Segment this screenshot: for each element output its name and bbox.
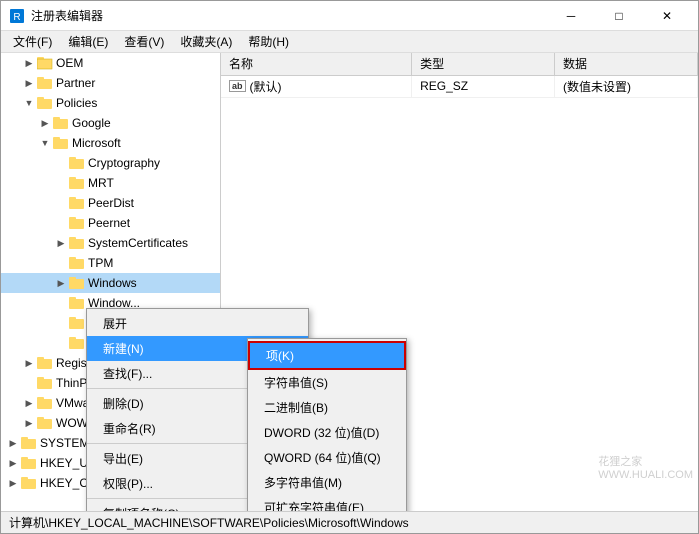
menu-help[interactable]: 帮助(H) [240,31,297,53]
list-item[interactable]: ▶ SystemCertificates [1,233,220,253]
submenu-key[interactable]: 项(K) [248,341,406,370]
list-item[interactable]: ▶ PeerDist [1,193,220,213]
status-text: 计算机\HKEY_LOCAL_MACHINE\SOFTWARE\Policies… [9,514,409,531]
list-item[interactable]: ▶ Partner [1,73,220,93]
folder-icon [37,376,53,390]
expander-icon[interactable]: ▶ [21,55,37,71]
title-bar: R 注册表编辑器 ─ □ ✕ [1,1,698,31]
submenu-binary[interactable]: 二进制值(B) [248,395,406,420]
list-item[interactable]: ▶ Google [1,113,220,133]
cell-data: (数值未设置) [555,75,698,97]
list-item[interactable]: ▶ Windows [1,273,220,293]
ctx-expand[interactable]: 展开 [87,311,308,336]
list-item[interactable]: ▶ OEM [1,53,220,73]
expander-icon[interactable]: ▶ [5,475,21,491]
close-button[interactable]: ✕ [644,1,690,31]
folder-icon [21,476,37,490]
folder-icon [69,276,85,290]
expander-icon[interactable]: ▶ [5,455,21,471]
list-item[interactable]: ▼ Policies [1,93,220,113]
cell-name: ab (默认) [221,75,412,97]
expander-icon[interactable]: ▼ [37,135,53,151]
expander-icon[interactable]: ▼ [21,95,37,111]
list-item[interactable]: ▶ Cryptography [1,153,220,173]
folder-icon [37,416,53,430]
table-row[interactable]: ab (默认) REG_SZ (数值未设置) [221,75,698,97]
folder-icon [69,216,85,230]
folder-icon [69,256,85,270]
folder-icon [69,296,85,310]
list-item[interactable]: ▼ Microsoft [1,133,220,153]
folder-icon [37,396,53,410]
col-data: 数据 [555,53,698,75]
window-controls: ─ □ ✕ [548,1,690,31]
expander-icon[interactable]: ▶ [53,275,69,291]
folder-icon [21,436,37,450]
menu-favorites[interactable]: 收藏夹(A) [172,31,240,53]
submenu-dword[interactable]: DWORD (32 位)值(D) [248,420,406,445]
folder-icon [69,156,85,170]
submenu-multistring[interactable]: 多字符串值(M) [248,470,406,495]
menu-file[interactable]: 文件(F) [5,31,60,53]
list-item[interactable]: ▶ MRT [1,173,220,193]
folder-icon [69,336,85,350]
folder-icon [69,176,85,190]
main-content: ▶ OEM ▶ Partner [1,53,698,511]
list-item[interactable]: ▶ TPM [1,253,220,273]
menu-bar: 文件(F) 编辑(E) 查看(V) 收藏夹(A) 帮助(H) [1,31,698,53]
folder-icon [53,116,69,130]
registry-editor-window: R 注册表编辑器 ─ □ ✕ 文件(F) 编辑(E) 查看(V) 收藏夹(A) … [0,0,699,534]
expander-icon[interactable]: ▶ [21,355,37,371]
folder-icon [69,316,85,330]
list-item[interactable]: ▶ Peernet [1,213,220,233]
submenu-qword[interactable]: QWORD (64 位)值(Q) [248,445,406,470]
submenu: 项(K) 字符串值(S) 二进制值(B) DWORD (32 位)值(D) QW… [247,338,407,511]
window-title: 注册表编辑器 [31,7,548,24]
submenu-expandstring[interactable]: 可扩充字符串值(E) [248,495,406,511]
status-bar: 计算机\HKEY_LOCAL_MACHINE\SOFTWARE\Policies… [1,511,698,533]
expander-icon[interactable]: ▶ [21,75,37,91]
minimize-button[interactable]: ─ [548,1,594,31]
folder-icon [53,136,69,150]
col-name: 名称 [221,53,412,75]
svg-text:R: R [13,12,20,23]
folder-icon [69,196,85,210]
expander-icon[interactable]: ▶ [37,115,53,131]
expander-icon[interactable]: ▶ [21,415,37,431]
folder-icon [37,76,53,90]
folder-icon [37,96,53,110]
folder-icon [37,56,53,70]
app-icon: R [9,8,25,24]
col-type: 类型 [412,53,555,75]
folder-icon [69,236,85,250]
folder-icon [37,356,53,370]
restore-button[interactable]: □ [596,1,642,31]
submenu-string[interactable]: 字符串值(S) [248,370,406,395]
expander-icon[interactable]: ▶ [5,435,21,451]
folder-icon [21,456,37,470]
expander-icon[interactable]: ▶ [53,235,69,251]
expander-icon[interactable]: ▶ [21,395,37,411]
default-value-icon: ab (默认) [229,78,282,95]
menu-view[interactable]: 查看(V) [116,31,172,53]
menu-edit[interactable]: 编辑(E) [60,31,116,53]
cell-type: REG_SZ [412,75,555,97]
